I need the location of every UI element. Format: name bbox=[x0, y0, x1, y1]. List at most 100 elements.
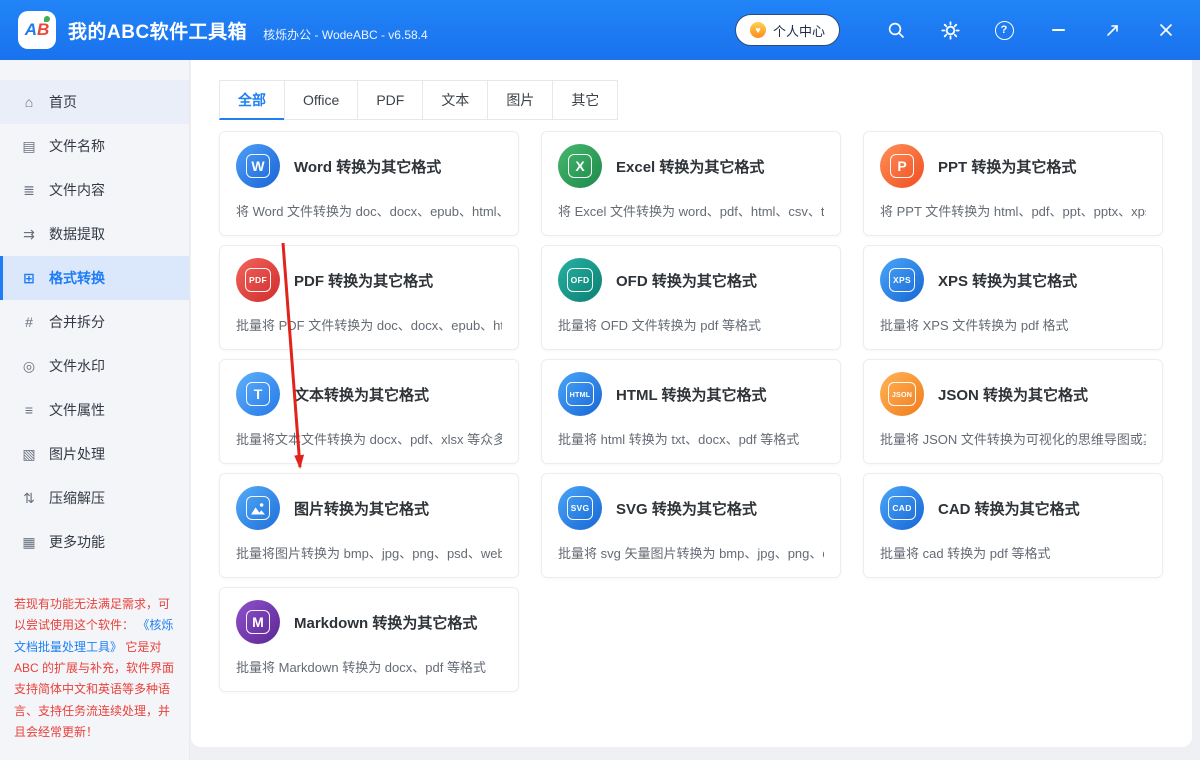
tab-其它[interactable]: 其它 bbox=[552, 80, 618, 120]
merge-split-icon: # bbox=[20, 314, 38, 330]
titlebar: AB 我的ABC软件工具箱 核烁办公 - WodeABC - v6.58.4 ♥… bbox=[0, 0, 1200, 60]
search-icon[interactable] bbox=[880, 14, 912, 46]
sidebar-item-label: 数据提取 bbox=[49, 224, 105, 244]
card-desc: 批量将 PDF 文件转换为 doc、docx、epub、html、txt 等 bbox=[236, 315, 502, 334]
maximize-icon[interactable] bbox=[1096, 14, 1128, 46]
logo-letter-a: A bbox=[25, 20, 37, 40]
image-process-icon: ▧ bbox=[20, 446, 38, 463]
sidebar-item-label: 文件名称 bbox=[49, 136, 105, 156]
card-desc: 批量将 XPS 文件转换为 pdf 格式 bbox=[880, 315, 1146, 334]
settings-icon[interactable] bbox=[934, 14, 966, 46]
tabs: 全部OfficePDF文本图片其它 bbox=[219, 80, 1192, 120]
sidebar-item-更多功能[interactable]: ▦ 更多功能 bbox=[0, 520, 189, 564]
card-desc: 批量将 svg 矢量图片转换为 bmp、jpg、png、docx 等 bbox=[558, 543, 824, 562]
sidebar-item-文件水印[interactable]: ◎ 文件水印 bbox=[0, 344, 189, 388]
file-attr-icon: ≡ bbox=[20, 402, 38, 418]
image-convert-icon bbox=[236, 486, 280, 530]
svg-icon: SVG bbox=[558, 486, 602, 530]
sidebar-item-合并拆分[interactable]: # 合并拆分 bbox=[0, 300, 189, 344]
card-json[interactable]: JSON JSON 转换为其它格式 批量将 JSON 文件转换为可视化的思维导图… bbox=[863, 359, 1163, 464]
tab-PDF[interactable]: PDF bbox=[357, 80, 423, 120]
card-title: Word 转换为其它格式 bbox=[294, 156, 441, 177]
card-desc: 批量将 cad 转换为 pdf 等格式 bbox=[880, 543, 1146, 562]
card-desc: 将 PPT 文件转换为 html、pdf、ppt、pptx、xps 等格式 bbox=[880, 201, 1146, 220]
card-desc: 批量将 html 转换为 txt、docx、pdf 等格式 bbox=[558, 429, 824, 448]
card-title: 文本转换为其它格式 bbox=[294, 384, 429, 405]
format-convert-icon: ⊞ bbox=[20, 270, 38, 287]
sidebar-item-label: 更多功能 bbox=[49, 532, 105, 552]
card-title: Markdown 转换为其它格式 bbox=[294, 612, 477, 633]
ofd-icon: OFD bbox=[558, 258, 602, 302]
watermark-icon: ◎ bbox=[20, 358, 38, 375]
app-logo: AB bbox=[18, 11, 56, 49]
ppt-icon: P bbox=[880, 144, 924, 188]
more-features-icon: ▦ bbox=[20, 534, 38, 551]
card-html[interactable]: HTML HTML 转换为其它格式 批量将 html 转换为 txt、docx、… bbox=[541, 359, 841, 464]
card-xps[interactable]: XPS XPS 转换为其它格式 批量将 XPS 文件转换为 pdf 格式 bbox=[863, 245, 1163, 350]
tab-图片[interactable]: 图片 bbox=[487, 80, 553, 120]
sidebar-item-文件属性[interactable]: ≡ 文件属性 bbox=[0, 388, 189, 432]
sidebar-item-label: 文件水印 bbox=[49, 356, 105, 376]
minimize-icon[interactable] bbox=[1042, 14, 1074, 46]
card-markdown[interactable]: M Markdown 转换为其它格式 批量将 Markdown 转换为 docx… bbox=[219, 587, 519, 692]
cad-icon: CAD bbox=[880, 486, 924, 530]
card-title: 图片转换为其它格式 bbox=[294, 498, 429, 519]
card-desc: 将 Excel 文件转换为 word、pdf、html、csv、txt、等众多格… bbox=[558, 201, 824, 220]
json-icon: JSON bbox=[880, 372, 924, 416]
sidebar-nav: ⌂ 首页 ▤ 文件名称 ≣ 文件内容 ⇉ 数据提取 ⊞ 格式转换 # 合并拆分 … bbox=[0, 80, 189, 564]
card-desc: 批量将 OFD 文件转换为 pdf 等格式 bbox=[558, 315, 824, 334]
excel-icon: X bbox=[558, 144, 602, 188]
card-desc: 批量将图片转换为 bmp、jpg、png、psd、webp、gif 等 bbox=[236, 543, 502, 562]
card-desc: 批量将文本文件转换为 docx、pdf、xlsx 等众多格式 bbox=[236, 429, 502, 448]
card-excel[interactable]: X Excel 转换为其它格式 将 Excel 文件转换为 word、pdf、h… bbox=[541, 131, 841, 236]
card-text[interactable]: T 文本转换为其它格式 批量将文本文件转换为 docx、pdf、xlsx 等众多… bbox=[219, 359, 519, 464]
sidebar-item-label: 文件内容 bbox=[49, 180, 105, 200]
card-desc: 批量将 Markdown 转换为 docx、pdf 等格式 bbox=[236, 657, 502, 676]
app-title: 我的ABC软件工具箱 bbox=[68, 17, 247, 44]
card-grid: W Word 转换为其它格式 将 Word 文件转换为 doc、docx、epu… bbox=[219, 131, 1192, 692]
sidebar-item-首页[interactable]: ⌂ 首页 bbox=[0, 80, 189, 124]
card-pdf[interactable]: PDF PDF 转换为其它格式 批量将 PDF 文件转换为 doc、docx、e… bbox=[219, 245, 519, 350]
sidebar-promo: 若现有功能无法满足需求，可以尝试使用这个软件： 《核烁文档批量处理工具》 它是对… bbox=[0, 594, 189, 744]
tab-文本[interactable]: 文本 bbox=[422, 80, 488, 120]
tab-Office[interactable]: Office bbox=[284, 80, 358, 120]
card-title: SVG 转换为其它格式 bbox=[616, 498, 757, 519]
tab-全部[interactable]: 全部 bbox=[219, 80, 285, 120]
html-icon: HTML bbox=[558, 372, 602, 416]
help-icon[interactable]: ? bbox=[988, 14, 1020, 46]
card-image-convert[interactable]: 图片转换为其它格式 批量将图片转换为 bmp、jpg、png、psd、webp、… bbox=[219, 473, 519, 578]
sidebar-item-格式转换[interactable]: ⊞ 格式转换 bbox=[0, 256, 189, 300]
card-title: PDF 转换为其它格式 bbox=[294, 270, 433, 291]
compress-icon: ⇅ bbox=[20, 490, 38, 507]
card-title: XPS 转换为其它格式 bbox=[938, 270, 1077, 291]
close-icon[interactable] bbox=[1150, 14, 1182, 46]
card-ppt[interactable]: P PPT 转换为其它格式 将 PPT 文件转换为 html、pdf、ppt、p… bbox=[863, 131, 1163, 236]
card-word[interactable]: W Word 转换为其它格式 将 Word 文件转换为 doc、docx、epu… bbox=[219, 131, 519, 236]
card-desc: 批量将 JSON 文件转换为可视化的思维导图或其它格式 bbox=[880, 429, 1146, 448]
card-title: JSON 转换为其它格式 bbox=[938, 384, 1088, 405]
file-content-icon: ≣ bbox=[20, 182, 38, 199]
titlebar-icons: ? bbox=[880, 14, 1182, 46]
sidebar: ⌂ 首页 ▤ 文件名称 ≣ 文件内容 ⇉ 数据提取 ⊞ 格式转换 # 合并拆分 … bbox=[0, 60, 190, 760]
word-icon: W bbox=[236, 144, 280, 188]
sidebar-item-数据提取[interactable]: ⇉ 数据提取 bbox=[0, 212, 189, 256]
card-title: OFD 转换为其它格式 bbox=[616, 270, 757, 291]
home-icon: ⌂ bbox=[20, 94, 38, 110]
data-extract-icon: ⇉ bbox=[20, 226, 38, 243]
card-title: Excel 转换为其它格式 bbox=[616, 156, 764, 177]
user-center-label: 个人中心 bbox=[773, 21, 825, 40]
sidebar-item-压缩解压[interactable]: ⇅ 压缩解压 bbox=[0, 476, 189, 520]
sidebar-item-文件名称[interactable]: ▤ 文件名称 bbox=[0, 124, 189, 168]
card-title: PPT 转换为其它格式 bbox=[938, 156, 1076, 177]
sidebar-item-图片处理[interactable]: ▧ 图片处理 bbox=[0, 432, 189, 476]
card-ofd[interactable]: OFD OFD 转换为其它格式 批量将 OFD 文件转换为 pdf 等格式 bbox=[541, 245, 841, 350]
card-desc: 将 Word 文件转换为 doc、docx、epub、html、pdf 等格式 bbox=[236, 201, 502, 220]
promo-text-2: 它是对 ABC 的扩展与补充，软件界面支持简体中文和英语等多种语言、支持任务流连… bbox=[14, 640, 174, 739]
sidebar-item-label: 图片处理 bbox=[49, 444, 105, 464]
card-title: HTML 转换为其它格式 bbox=[616, 384, 767, 405]
sidebar-item-文件内容[interactable]: ≣ 文件内容 bbox=[0, 168, 189, 212]
card-svg[interactable]: SVG SVG 转换为其它格式 批量将 svg 矢量图片转换为 bmp、jpg、… bbox=[541, 473, 841, 578]
sidebar-item-label: 首页 bbox=[49, 92, 77, 112]
card-cad[interactable]: CAD CAD 转换为其它格式 批量将 cad 转换为 pdf 等格式 bbox=[863, 473, 1163, 578]
user-center-button[interactable]: ♥ 个人中心 bbox=[735, 14, 840, 46]
